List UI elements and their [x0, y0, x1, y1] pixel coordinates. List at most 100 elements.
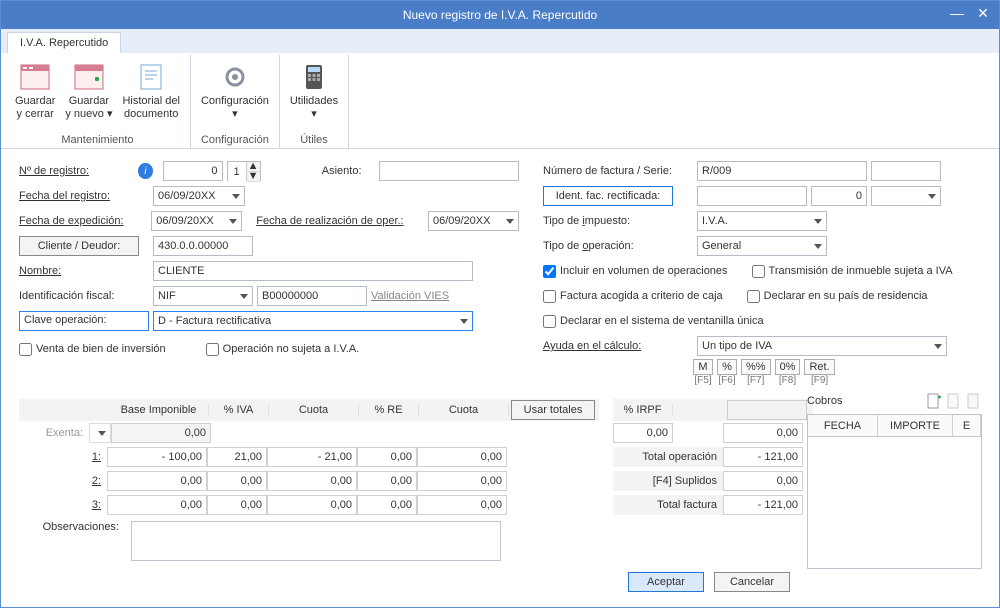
exenta-base[interactable] — [111, 423, 211, 443]
row3-base[interactable] — [107, 495, 207, 515]
gear-icon — [219, 61, 251, 93]
usar-totales-button[interactable]: Usar totales — [511, 400, 595, 420]
info-icon[interactable]: i — [138, 163, 152, 179]
cobros-add-icon[interactable] — [926, 393, 942, 409]
fecha-realiz-input[interactable]: 06/09/20XX — [428, 211, 519, 231]
numfac-label: Número de factura / Serie: — [543, 165, 693, 177]
ribbon-group-utiles: Útiles — [300, 132, 328, 148]
total-factura-value[interactable] — [723, 495, 803, 515]
idfiscal-num-input[interactable] — [257, 286, 367, 306]
num-registro-spinner[interactable]: ▲▼ — [227, 161, 261, 181]
row2-base[interactable] — [107, 471, 207, 491]
cobros-delete-icon[interactable] — [966, 393, 982, 409]
accept-button[interactable]: Aceptar — [628, 572, 704, 592]
asiento-input[interactable] — [379, 161, 519, 181]
cobros-panel: Cobros FECHA IMPORTE E — [807, 388, 982, 569]
cobros-edit-icon[interactable] — [946, 393, 962, 409]
chip-0pct[interactable]: 0% — [775, 359, 801, 375]
tipo-impuesto-select[interactable]: I.V.A. — [697, 211, 827, 231]
row1-pre[interactable] — [357, 447, 417, 467]
chip-m[interactable]: M — [693, 359, 713, 375]
row2-pre[interactable] — [357, 471, 417, 491]
ayuda-calculo-select[interactable]: Un tipo de IVA — [697, 336, 947, 356]
nombre-input[interactable] — [153, 261, 473, 281]
configuration-button[interactable]: Configuración▾ — [197, 57, 273, 132]
chk-no-sujeta-iva[interactable]: Operación no sujeta a I.V.A. — [206, 343, 360, 356]
calculator-icon — [298, 61, 330, 93]
row2-cuota[interactable] — [267, 471, 357, 491]
history-icon — [135, 61, 167, 93]
chk-transmision-inmueble[interactable]: Transmisión de inmueble sujeta a IVA — [752, 265, 953, 278]
ribbon-group-configuracion: Configuración — [201, 132, 269, 148]
chk-declarar-residencia[interactable]: Declarar en su país de residencia — [747, 290, 928, 303]
fecha-exped-input[interactable]: 06/09/20XX — [151, 211, 242, 231]
chip-pctpct[interactable]: %% — [741, 359, 771, 375]
ident-fac-rectificada-button[interactable]: Ident. fac. rectificada: — [543, 186, 673, 206]
cobros-table[interactable]: FECHA IMPORTE E — [807, 414, 982, 569]
chk-incluir-volumen[interactable]: Incluir en volumen de operaciones — [543, 265, 728, 278]
ayuda-calculo-label: Ayuda en el cálculo: — [543, 340, 693, 352]
cliente-input[interactable] — [153, 236, 253, 256]
save-close-button[interactable]: Guardary cerrar — [11, 57, 59, 132]
ident-fac-input1[interactable] — [697, 186, 807, 206]
row-2-label: 2: — [92, 475, 101, 487]
numfac-input[interactable] — [697, 161, 867, 181]
row2-cuota2[interactable] — [417, 471, 507, 491]
ident-fac-select[interactable] — [871, 186, 941, 206]
total-operacion-value[interactable] — [723, 447, 803, 467]
row3-cuota[interactable] — [267, 495, 357, 515]
validacion-vies-link[interactable]: Validación VIES — [371, 290, 449, 302]
save-new-button[interactable]: Guardary nuevo ▾ — [61, 57, 116, 132]
col-cuota1: Cuota — [269, 404, 359, 416]
cliente-deudor-button[interactable]: Cliente / Deudor: — [19, 236, 139, 256]
idfiscal-type-select[interactable]: NIF — [153, 286, 253, 306]
fecha-exped-label: Fecha de expedición: — [19, 215, 147, 227]
observaciones-label: Observaciones: — [19, 521, 125, 533]
close-button[interactable]: ✕ — [971, 1, 995, 25]
tipo-operacion-select[interactable]: General — [697, 236, 827, 256]
num-registro-input[interactable] — [163, 161, 223, 181]
row1-base[interactable] — [107, 447, 207, 467]
save-close-icon — [19, 61, 51, 93]
save-new-icon — [73, 61, 105, 93]
row2-piva[interactable] — [207, 471, 267, 491]
chip-ret[interactable]: Ret. — [804, 359, 834, 375]
col-cuota2: Cuota — [419, 404, 509, 416]
chk-criterio-caja[interactable]: Factura acogida a criterio de caja — [543, 290, 723, 303]
chk-ventanilla-unica[interactable]: Declarar en el sistema de ventanilla úni… — [543, 315, 764, 328]
tipo-impuesto-label: Tipo de impuesto: — [543, 215, 693, 227]
chip-pct[interactable]: % — [717, 359, 737, 375]
observaciones-textarea[interactable] — [131, 521, 501, 561]
suplidos-value[interactable] — [723, 471, 803, 491]
row1-cuota2[interactable] — [417, 447, 507, 467]
minimize-button[interactable]: — — [945, 1, 969, 25]
row-3-label: 3: — [92, 499, 101, 511]
chk-venta-inversion[interactable]: Venta de bien de inversión — [19, 343, 166, 356]
cobros-col-e: E — [953, 415, 981, 436]
cancel-button[interactable]: Cancelar — [714, 572, 790, 592]
irpf-pct[interactable] — [613, 423, 673, 443]
col-pre: % RE — [359, 404, 419, 416]
serie-input[interactable] — [871, 161, 941, 181]
fecha-registro-input[interactable]: 06/09/20XX — [153, 186, 245, 206]
exenta-select[interactable] — [89, 423, 111, 443]
cobros-col-importe: IMPORTE — [878, 415, 953, 436]
clave-operacion-label: Clave operación: — [19, 311, 149, 331]
tab-iva-repercutido[interactable]: I.V.A. Repercutido — [7, 32, 121, 53]
row3-cuota2[interactable] — [417, 495, 507, 515]
row3-pre[interactable] — [357, 495, 417, 515]
utilities-button[interactable]: Utilidades▾ — [286, 57, 342, 132]
clave-operacion-select[interactable]: D - Factura rectificativa — [153, 311, 473, 331]
row1-piva[interactable] — [207, 447, 267, 467]
document-history-button[interactable]: Historial deldocumento — [118, 57, 183, 132]
idfiscal-label: Identificación fiscal: — [19, 290, 149, 302]
nombre-label: Nombre: — [19, 265, 149, 277]
row1-cuota[interactable] — [267, 447, 357, 467]
row3-piva[interactable] — [207, 495, 267, 515]
irpf-amount[interactable] — [723, 423, 803, 443]
ribbon: Guardary cerrar Guardary nuevo ▾ Histori… — [1, 53, 999, 149]
total-factura-label: Total factura — [613, 495, 723, 515]
ident-fac-input2[interactable] — [811, 186, 867, 206]
asiento-label: Asiento: — [322, 165, 375, 177]
total-operacion-label: Total operación — [613, 447, 723, 467]
